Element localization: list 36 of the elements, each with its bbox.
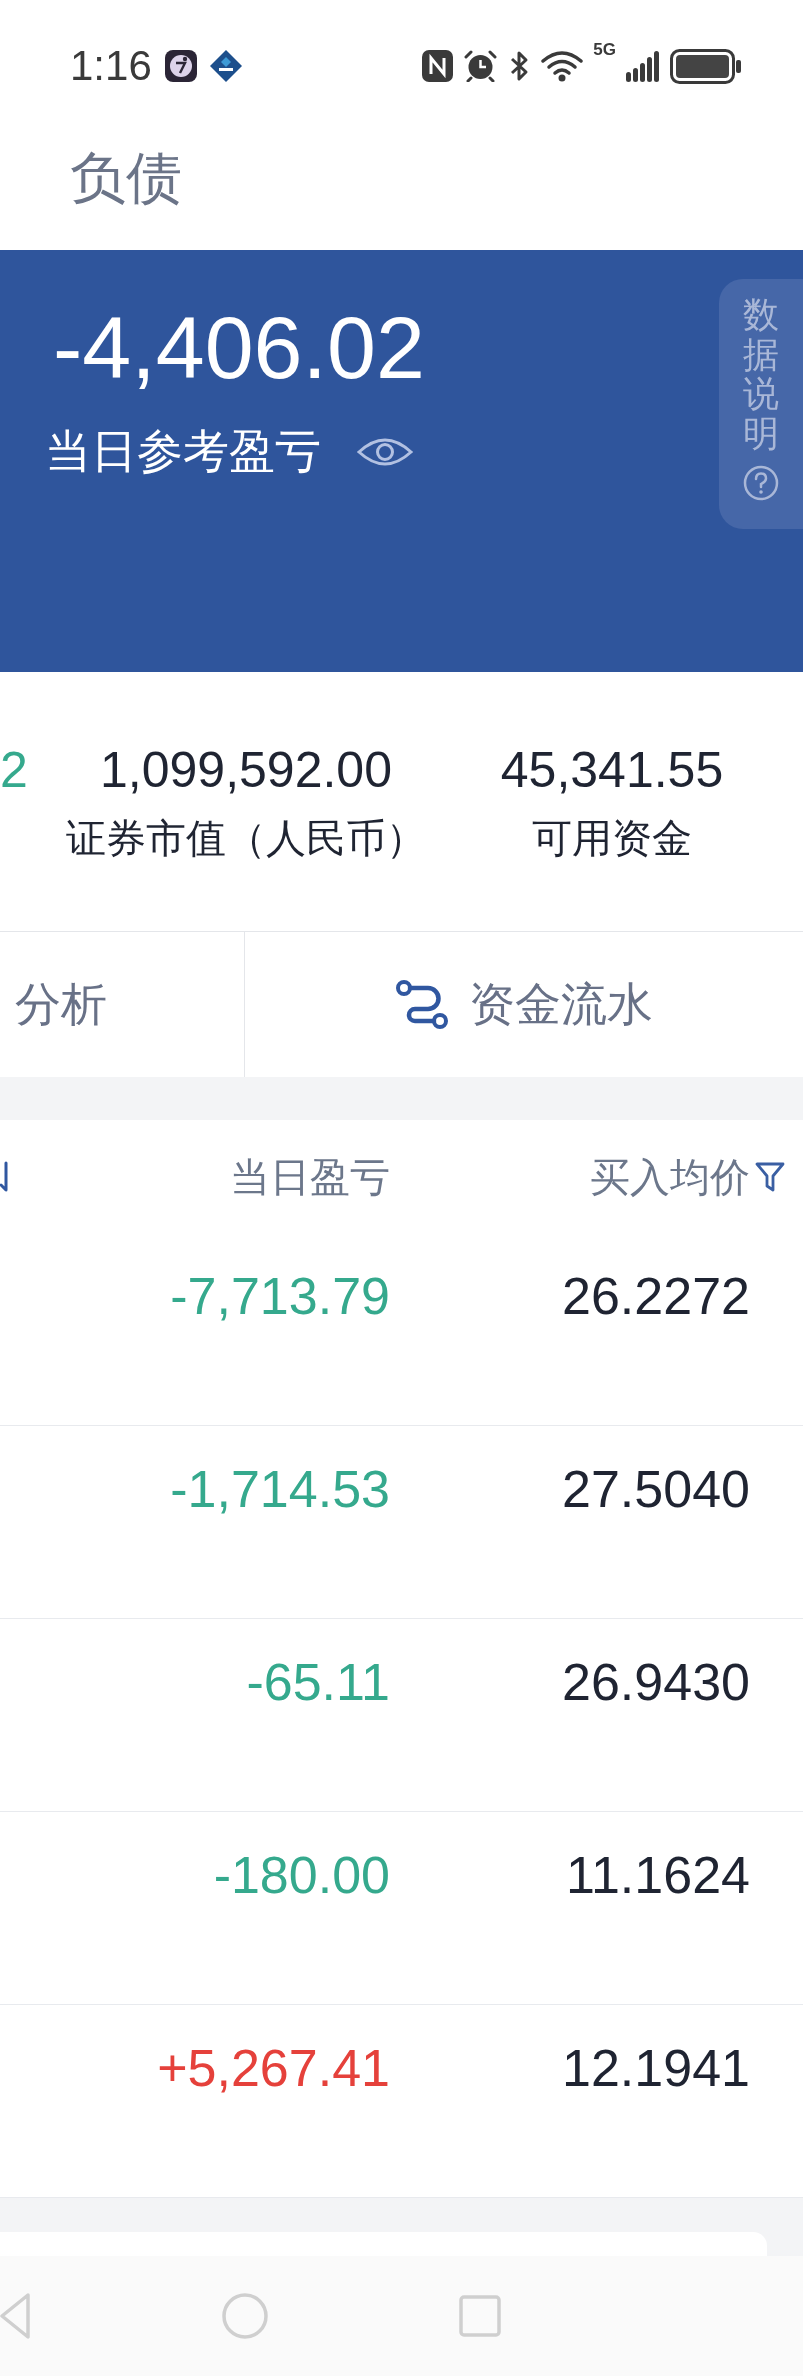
app-icon — [164, 50, 197, 82]
table-cell-text: 12.1941 — [562, 2038, 750, 2099]
pnl-amount: -4,406.02 — [52, 302, 425, 395]
help-icon[interactable] — [743, 465, 779, 502]
column-header: 当日盈亏 — [229, 1153, 390, 1201]
table-cell-text: 11.1624 — [565, 1845, 750, 1906]
status-time: 1:16 — [70, 45, 152, 87]
info-tab[interactable]: 数据说明 — [719, 279, 803, 529]
stat-value: 1,099,592.00 — [99, 741, 393, 800]
route-icon — [395, 979, 449, 1030]
column-header: 买入均价 — [589, 1153, 750, 1201]
table-cell-text: -1,714.53 — [170, 1459, 390, 1520]
home-icon[interactable] — [222, 2293, 268, 2339]
table-cell-text: +5,267.41 — [157, 2038, 390, 2099]
table-cell-text: -65.11 — [246, 1652, 390, 1713]
recents-icon[interactable] — [459, 2295, 501, 2337]
wifi-icon — [541, 50, 584, 82]
stat-value: 45,341.55 — [499, 741, 725, 800]
stat-value: 2 — [0, 741, 29, 800]
table-cell-text: 26.2272 — [562, 1266, 750, 1327]
header-tab[interactable]: 负债 — [70, 147, 182, 209]
battery-icon — [670, 48, 741, 84]
filter-icon[interactable] — [755, 1160, 785, 1193]
stat-label: 证券市值（人民币） — [65, 815, 427, 862]
table-cell-text: 26.9430 — [562, 1652, 750, 1713]
nfc-icon — [422, 50, 454, 82]
app-icon — [209, 50, 242, 82]
table-cell-text: -180.00 — [213, 1845, 390, 1906]
alarm-icon — [463, 50, 499, 82]
signal-icon — [626, 50, 660, 82]
table-cell-text: -7,713.79 — [170, 1266, 390, 1327]
stat-label: 可用资金 — [531, 815, 693, 862]
back-icon[interactable] — [0, 2292, 32, 2340]
pnl-label: 当日参考盈亏 — [45, 424, 321, 480]
table-cell-text: 27.5040 — [562, 1459, 750, 1520]
network-label: 5G — [593, 40, 616, 58]
